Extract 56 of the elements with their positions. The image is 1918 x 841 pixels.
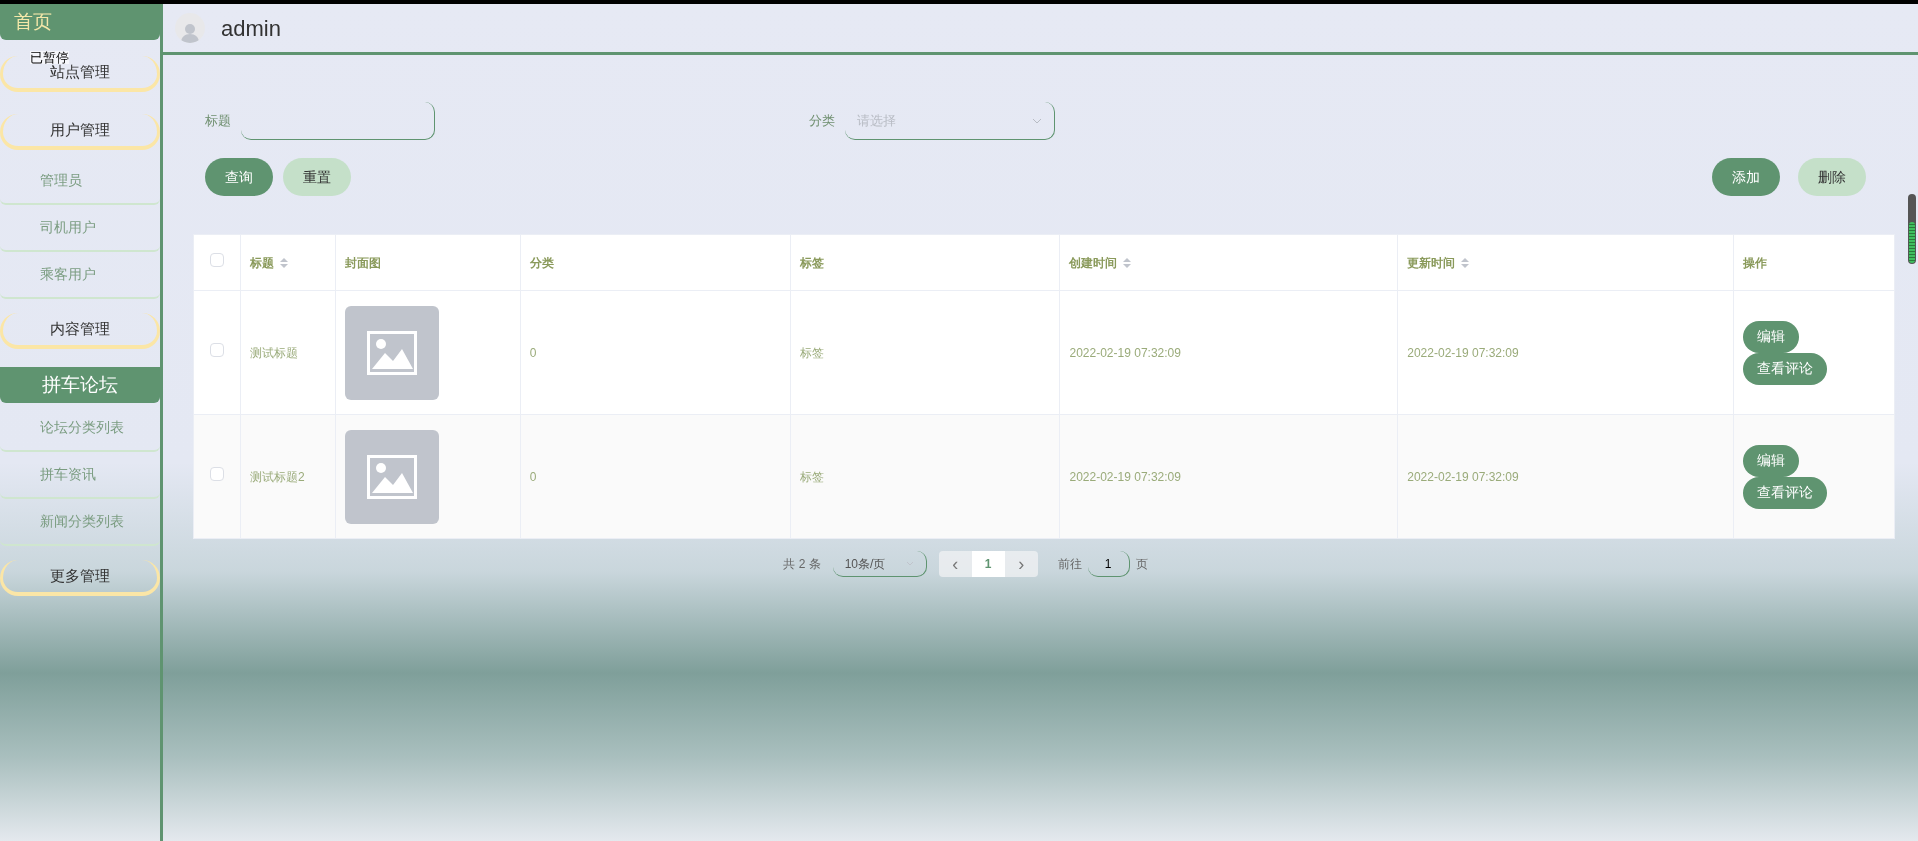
sidebar-item[interactable]: 管理员 <box>0 158 160 205</box>
checkbox[interactable] <box>210 343 224 357</box>
column-header[interactable]: 操作 <box>1743 253 1768 272</box>
table-cell: 2022-02-19 07:32:09 <box>1069 345 1181 360</box>
image-placeholder-icon <box>344 305 439 400</box>
sidebar-header[interactable]: 首页 <box>0 4 160 40</box>
checkbox[interactable] <box>210 467 224 481</box>
table-cell: 测试标题 <box>249 345 298 360</box>
table-cell: 标签 <box>799 469 824 484</box>
sidebar-item[interactable]: 乘客用户 <box>0 252 160 299</box>
column-header[interactable]: 分类 <box>529 253 554 272</box>
column-header[interactable]: 标题 <box>249 253 274 272</box>
table-cell: 标签 <box>799 345 824 360</box>
column-header[interactable]: 更新时间 <box>1407 253 1456 272</box>
table-cell: 2022-02-19 07:32:09 <box>1407 469 1519 484</box>
action-button[interactable]: 重置 <box>283 158 351 196</box>
action-button[interactable]: 添加 <box>1712 158 1780 196</box>
checkbox[interactable] <box>210 253 224 267</box>
sidebar-header[interactable]: 拼车论坛 <box>0 367 160 403</box>
action-button[interactable]: 查询 <box>205 158 273 196</box>
chevron-down-icon <box>1032 117 1042 124</box>
sidebar-item[interactable]: 司机用户 <box>0 205 160 252</box>
filter-label: 标题 <box>205 112 231 131</box>
username: admin <box>221 14 281 43</box>
action-button[interactable]: 删除 <box>1798 158 1866 196</box>
total-count: 共 2 条 <box>783 556 821 573</box>
table-cell: 0 <box>529 469 537 484</box>
image-placeholder-icon <box>344 429 439 524</box>
column-header[interactable]: 标签 <box>799 253 824 272</box>
page-suffix: 页 <box>1135 556 1148 573</box>
page-input[interactable]: 1 <box>1087 551 1130 577</box>
sidebar-item[interactable]: 论坛分类列表 <box>0 405 160 452</box>
sidebar-item[interactable]: 拼车资讯 <box>0 452 160 499</box>
next-page-button[interactable]: › <box>1004 551 1038 577</box>
column-header[interactable]: 创建时间 <box>1069 253 1118 272</box>
row-action-button[interactable]: 编辑 <box>1743 320 1800 353</box>
previous-page-button[interactable]: ‹ <box>938 551 972 577</box>
table-cell: 2022-02-19 07:32:09 <box>1069 469 1181 484</box>
table-cell: 0 <box>529 345 537 360</box>
sidebar-item[interactable]: 新闻分类列表 <box>0 499 160 546</box>
level-meter-icon <box>1908 194 1916 264</box>
paused-label: 已暂停 <box>30 51 69 64</box>
avatar-icon <box>175 13 205 43</box>
filter-label: 分类 <box>809 112 835 131</box>
sort-icon[interactable] <box>1123 257 1132 268</box>
sort-icon[interactable] <box>279 257 288 268</box>
goto-label: 前往 <box>1057 556 1082 573</box>
row-action-button[interactable]: 查看评论 <box>1743 476 1828 509</box>
column-header[interactable]: 封面图 <box>344 253 381 272</box>
table-cell: 测试标题2 <box>249 469 305 484</box>
sort-icon[interactable] <box>1461 257 1470 268</box>
row-action-button[interactable]: 编辑 <box>1743 444 1800 477</box>
page-number[interactable]: 1 <box>971 551 1005 577</box>
page-size-select[interactable]: 10条/页 <box>832 551 927 577</box>
row-action-button[interactable]: 查看评论 <box>1743 352 1828 385</box>
table-cell: 2022-02-19 07:32:09 <box>1407 345 1519 360</box>
